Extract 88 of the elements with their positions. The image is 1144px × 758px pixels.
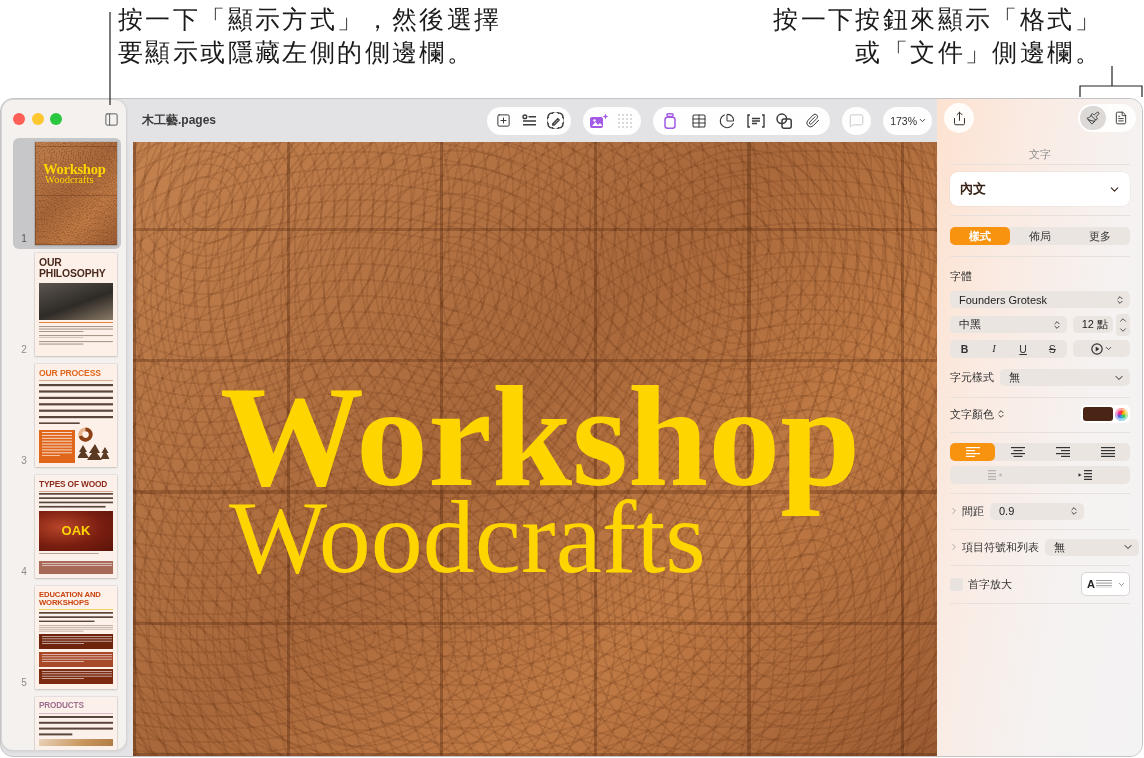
thumbnail-subtitle: Woodcrafts [45, 174, 94, 186]
share-icon [951, 110, 967, 126]
page-number: 5 [20, 677, 28, 689]
text-lines-drawing [42, 636, 112, 645]
page-list-item[interactable]: 1 Workshop Woodcrafts [13, 138, 121, 249]
speech-bubble-icon [849, 113, 865, 128]
thumbnail-title: Workshop [43, 161, 106, 177]
text-color-label: 文字顏色 [950, 406, 994, 422]
caret-icon [1103, 344, 1113, 353]
caret-icon [918, 116, 927, 125]
thumbnail-heading: PRODUCTS [39, 702, 85, 711]
color-well[interactable] [1081, 405, 1130, 423]
align-left-icon [965, 447, 980, 457]
character-style-popup[interactable]: 無 [1000, 369, 1130, 386]
up-down-icon [1052, 319, 1062, 330]
page-list-item[interactable]: 4 TYPES OF WOOD OAK [13, 471, 121, 582]
drop-cap-label: 首字放大 [968, 576, 1012, 592]
paperclip-icon [805, 113, 821, 128]
image-sparkle-icon [589, 112, 610, 129]
text-style-button[interactable]: I [979, 339, 1009, 358]
bullets-popup[interactable]: 無 [1045, 538, 1139, 556]
font-label: 字體 [950, 269, 973, 284]
justify-icon [1100, 447, 1115, 457]
badge-pencil-icon [546, 112, 564, 129]
align-center-icon [1010, 447, 1025, 457]
page-number: 3 [20, 455, 28, 467]
indent-decrease-icon [988, 470, 1002, 480]
text-box-icon [746, 113, 765, 128]
pie-chart-icon [719, 112, 736, 129]
format-button[interactable] [1080, 106, 1106, 130]
up-down-icon [1115, 294, 1125, 305]
tab[interactable]: 佈局 [1010, 227, 1070, 245]
drop-cap-style-button[interactable]: A [1081, 572, 1130, 596]
spacing-popup[interactable]: 0.9 [990, 502, 1084, 520]
jar-icon [664, 112, 677, 129]
list-icon [521, 114, 537, 127]
font-popup[interactable]: Founders Grotesk [950, 291, 1130, 308]
page-list-item[interactable]: 2 OUR PHILOSOPHY [13, 249, 121, 360]
text-options-button[interactable] [1073, 340, 1130, 357]
text-lines-drawing [42, 431, 72, 456]
bracket-line [1079, 66, 1143, 97]
text-style-button[interactable]: U [1008, 339, 1038, 358]
align-right-icon [1055, 447, 1070, 457]
callout-text: 按一下「顯示方式」，然後選擇 要顯示或隱藏左側的側邊欄。 [118, 4, 502, 69]
page-list-item[interactable]: PRODUCTS [13, 693, 121, 750]
dot-grid-icon [618, 113, 633, 128]
image-title: OAK [61, 523, 91, 539]
zoom-button[interactable]: 173% [883, 106, 932, 135]
text-lines-drawing [42, 671, 112, 680]
spacing-label: 間距 [962, 503, 984, 519]
paragraph-style-dropdown[interactable]: 內文 [950, 172, 1130, 206]
plus-square-icon [495, 113, 511, 128]
size-stepper[interactable] [1116, 313, 1130, 336]
page-number: 4 [20, 566, 28, 578]
window-title: 木工藝.pages [142, 112, 216, 129]
tab[interactable]: 更多 [1070, 227, 1130, 245]
text-lines-drawing [42, 653, 112, 662]
thumbnail-heading: OUR PROCESS [39, 369, 102, 378]
sidebar-icon [104, 111, 119, 127]
indent-increase-icon [1078, 470, 1092, 480]
donut-chart-icon [78, 427, 93, 443]
text-style-button[interactable]: S [1037, 339, 1067, 358]
page-number: 1 [20, 233, 28, 245]
section-title: 文字 [1028, 147, 1052, 162]
up-down-icon [996, 409, 1006, 419]
table-icon [690, 112, 707, 129]
document-icon [1114, 111, 1128, 125]
size-field[interactable]: 12 點 [1073, 316, 1113, 333]
up-down-icon [1069, 506, 1079, 516]
thumbnail-heading: TYPES OF WOOD [39, 480, 109, 489]
text-lines-drawing [39, 553, 99, 555]
close-button[interactable] [13, 113, 25, 125]
text-lines-drawing [42, 562, 112, 568]
trees-icon [78, 444, 110, 462]
paintbrush-icon [1086, 111, 1100, 125]
shapes-icon [776, 112, 793, 129]
text-style-button[interactable]: B [950, 339, 980, 358]
bullets-label: 項目符號和列表 [962, 539, 1039, 555]
view-button[interactable] [104, 111, 119, 127]
share-button[interactable] [944, 103, 974, 133]
page-number: 2 [20, 344, 28, 356]
character-style-label: 字元樣式 [950, 370, 994, 385]
thumbnail-heading: OUR PHILOSOPHY [39, 258, 107, 280]
play-circle-icon [1090, 342, 1103, 355]
color-wheel-icon [1115, 407, 1128, 421]
text-lines-drawing [1095, 579, 1112, 589]
callout-text: 按一下按鈕來顯示「格式」 或「文件」側邊欄。 [773, 4, 1102, 69]
typeface-popup[interactable]: 中黑 [950, 316, 1067, 333]
